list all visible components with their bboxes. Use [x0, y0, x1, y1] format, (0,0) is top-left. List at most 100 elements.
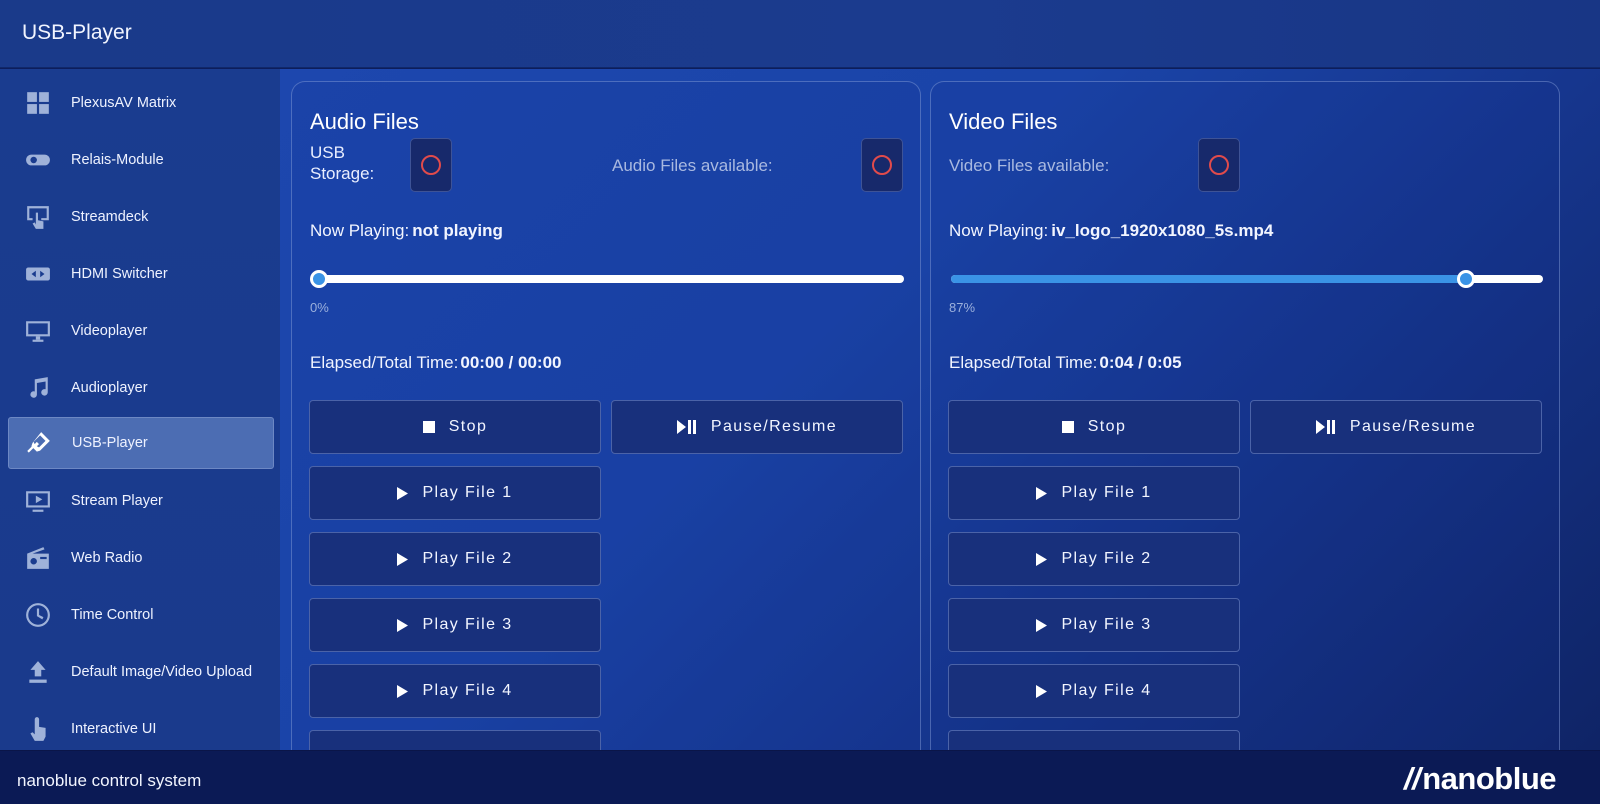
- sidebar-item-label: Videoplayer: [71, 323, 148, 339]
- play-pause-icon: [676, 420, 697, 434]
- play-icon: [1036, 618, 1048, 632]
- now-playing-value: not playing: [412, 221, 503, 240]
- stop-button[interactable]: Stop: [948, 400, 1240, 454]
- play-icon: [397, 684, 409, 698]
- page-title: USB-Player: [22, 21, 132, 44]
- play-file-4-button[interactable]: Play File 4: [309, 664, 601, 718]
- touch-screen-icon: [18, 197, 58, 237]
- play-file-4-button[interactable]: Play File 4: [948, 664, 1240, 718]
- usb-storage-indicator: [410, 138, 452, 192]
- sidebar-item-hdmi-switcher[interactable]: HDMI Switcher: [8, 248, 274, 300]
- progress-percent: 87%: [949, 300, 976, 315]
- elapsed-value: 0:04 / 0:05: [1099, 353, 1182, 372]
- switch-arrows-icon: [18, 254, 58, 294]
- status-ring-icon: [1209, 155, 1229, 175]
- play-file-3-button[interactable]: Play File 3: [309, 598, 601, 652]
- sidebar-item-label: HDMI Switcher: [71, 266, 168, 282]
- video-files-indicator: [1198, 138, 1240, 192]
- play-icon: [1036, 486, 1048, 500]
- pause-resume-button[interactable]: Pause/Resume: [611, 400, 903, 454]
- nanoblue-logo: //nanoblue: [1403, 761, 1557, 796]
- footer-text: nanoblue control system: [17, 771, 202, 790]
- now-playing-value: iv_logo_1920x1080_5s.mp4: [1051, 221, 1274, 240]
- elapsed-time: Elapsed/Total Time: 00:00 / 00:00: [310, 353, 562, 373]
- sidebar-item-interactive-ui[interactable]: Interactive UI: [8, 703, 274, 750]
- status-ring-icon: [421, 155, 441, 175]
- now-playing-label: Now Playing:: [310, 221, 410, 240]
- play-icon: [397, 618, 409, 632]
- elapsed-label: Elapsed/Total Time:: [949, 353, 1098, 372]
- sidebar: PlexusAV Matrix Relais-Module Streamdeck…: [0, 69, 280, 750]
- elapsed-label: Elapsed/Total Time:: [310, 353, 459, 372]
- play-file-1-button[interactable]: Play File 1: [309, 466, 601, 520]
- stop-icon: [422, 421, 435, 433]
- sidebar-item-relais-module[interactable]: Relais-Module: [8, 134, 274, 186]
- stop-icon: [1061, 421, 1074, 433]
- audio-progress-slider[interactable]: [310, 270, 904, 288]
- sidebar-item-label: Default Image/Video Upload: [71, 664, 253, 680]
- play-file-2-button[interactable]: Play File 2: [948, 532, 1240, 586]
- toggle-icon: [18, 140, 58, 180]
- stop-button[interactable]: Stop: [309, 400, 601, 454]
- sidebar-item-label: Web Radio: [71, 550, 143, 566]
- grid-icon: [18, 83, 58, 123]
- status-ring-icon: [872, 155, 892, 175]
- sidebar-item-label: Time Control: [71, 607, 154, 623]
- monitor-icon: [18, 311, 58, 351]
- slider-fill: [951, 275, 1467, 283]
- sidebar-item-default-upload[interactable]: Default Image/Video Upload: [8, 646, 274, 698]
- video-files-available-label: Video Files available:: [949, 156, 1110, 175]
- footer: nanoblue control system //nanoblue: [0, 750, 1600, 804]
- audio-files-panel: Audio Files USB Storage: Audio Files ava…: [291, 81, 921, 750]
- pointer-hand-icon: [18, 709, 58, 749]
- sidebar-item-usb-player[interactable]: USB-Player: [8, 417, 274, 469]
- video-progress-slider[interactable]: [951, 270, 1543, 288]
- sidebar-item-videoplayer[interactable]: Videoplayer: [8, 305, 274, 357]
- panel-title: Audio Files: [310, 109, 419, 134]
- usb-icon: [19, 423, 59, 463]
- play-file-5-button-partial[interactable]: [309, 730, 601, 750]
- sidebar-item-web-radio[interactable]: Web Radio: [8, 532, 274, 584]
- top-bar: USB-Player: [0, 0, 1600, 68]
- audio-files-indicator: [861, 138, 903, 192]
- play-pause-icon: [1315, 420, 1336, 434]
- sidebar-item-plexusav-matrix[interactable]: PlexusAV Matrix: [8, 77, 274, 129]
- sidebar-item-label: Audioplayer: [71, 380, 148, 396]
- main-content: Audio Files USB Storage: Audio Files ava…: [280, 69, 1600, 750]
- sidebar-item-stream-player[interactable]: Stream Player: [8, 475, 274, 527]
- play-icon: [397, 486, 409, 500]
- sidebar-item-label: Interactive UI: [71, 721, 157, 737]
- sidebar-item-streamdeck[interactable]: Streamdeck: [8, 191, 274, 243]
- sidebar-item-label: Streamdeck: [71, 209, 149, 225]
- play-icon: [397, 552, 409, 566]
- play-file-3-button[interactable]: Play File 3: [948, 598, 1240, 652]
- play-file-1-button[interactable]: Play File 1: [948, 466, 1240, 520]
- sidebar-item-label: Stream Player: [71, 493, 163, 509]
- play-icon: [1036, 684, 1048, 698]
- slider-handle[interactable]: [310, 270, 328, 288]
- now-playing: Now Playing: iv_logo_1920x1080_5s.mp4: [949, 221, 1273, 241]
- now-playing: Now Playing: not playing: [310, 221, 503, 241]
- usb-storage-label: USB Storage:: [310, 143, 375, 183]
- sidebar-item-label: Relais-Module: [71, 152, 164, 168]
- elapsed-time: Elapsed/Total Time: 0:04 / 0:05: [949, 353, 1182, 373]
- video-files-panel: Video Files Video Files available: Now P…: [930, 81, 1560, 750]
- music-note-icon: [18, 368, 58, 408]
- sidebar-item-label: PlexusAV Matrix: [71, 95, 177, 111]
- sidebar-item-label: USB-Player: [72, 435, 148, 451]
- progress-percent: 0%: [310, 300, 329, 315]
- radio-icon: [18, 538, 58, 578]
- sidebar-item-audioplayer[interactable]: Audioplayer: [8, 362, 274, 414]
- elapsed-value: 00:00 / 00:00: [460, 353, 562, 372]
- sidebar-item-time-control[interactable]: Time Control: [8, 589, 274, 641]
- audio-files-available-label: Audio Files available:: [612, 156, 773, 175]
- upload-icon: [18, 652, 58, 692]
- play-icon: [1036, 552, 1048, 566]
- play-screen-icon: [18, 481, 58, 521]
- pause-resume-button[interactable]: Pause/Resume: [1250, 400, 1542, 454]
- now-playing-label: Now Playing:: [949, 221, 1049, 240]
- clock-icon: [18, 595, 58, 635]
- play-file-5-button-partial[interactable]: [948, 730, 1240, 750]
- play-file-2-button[interactable]: Play File 2: [309, 532, 601, 586]
- slider-handle[interactable]: [1457, 270, 1476, 288]
